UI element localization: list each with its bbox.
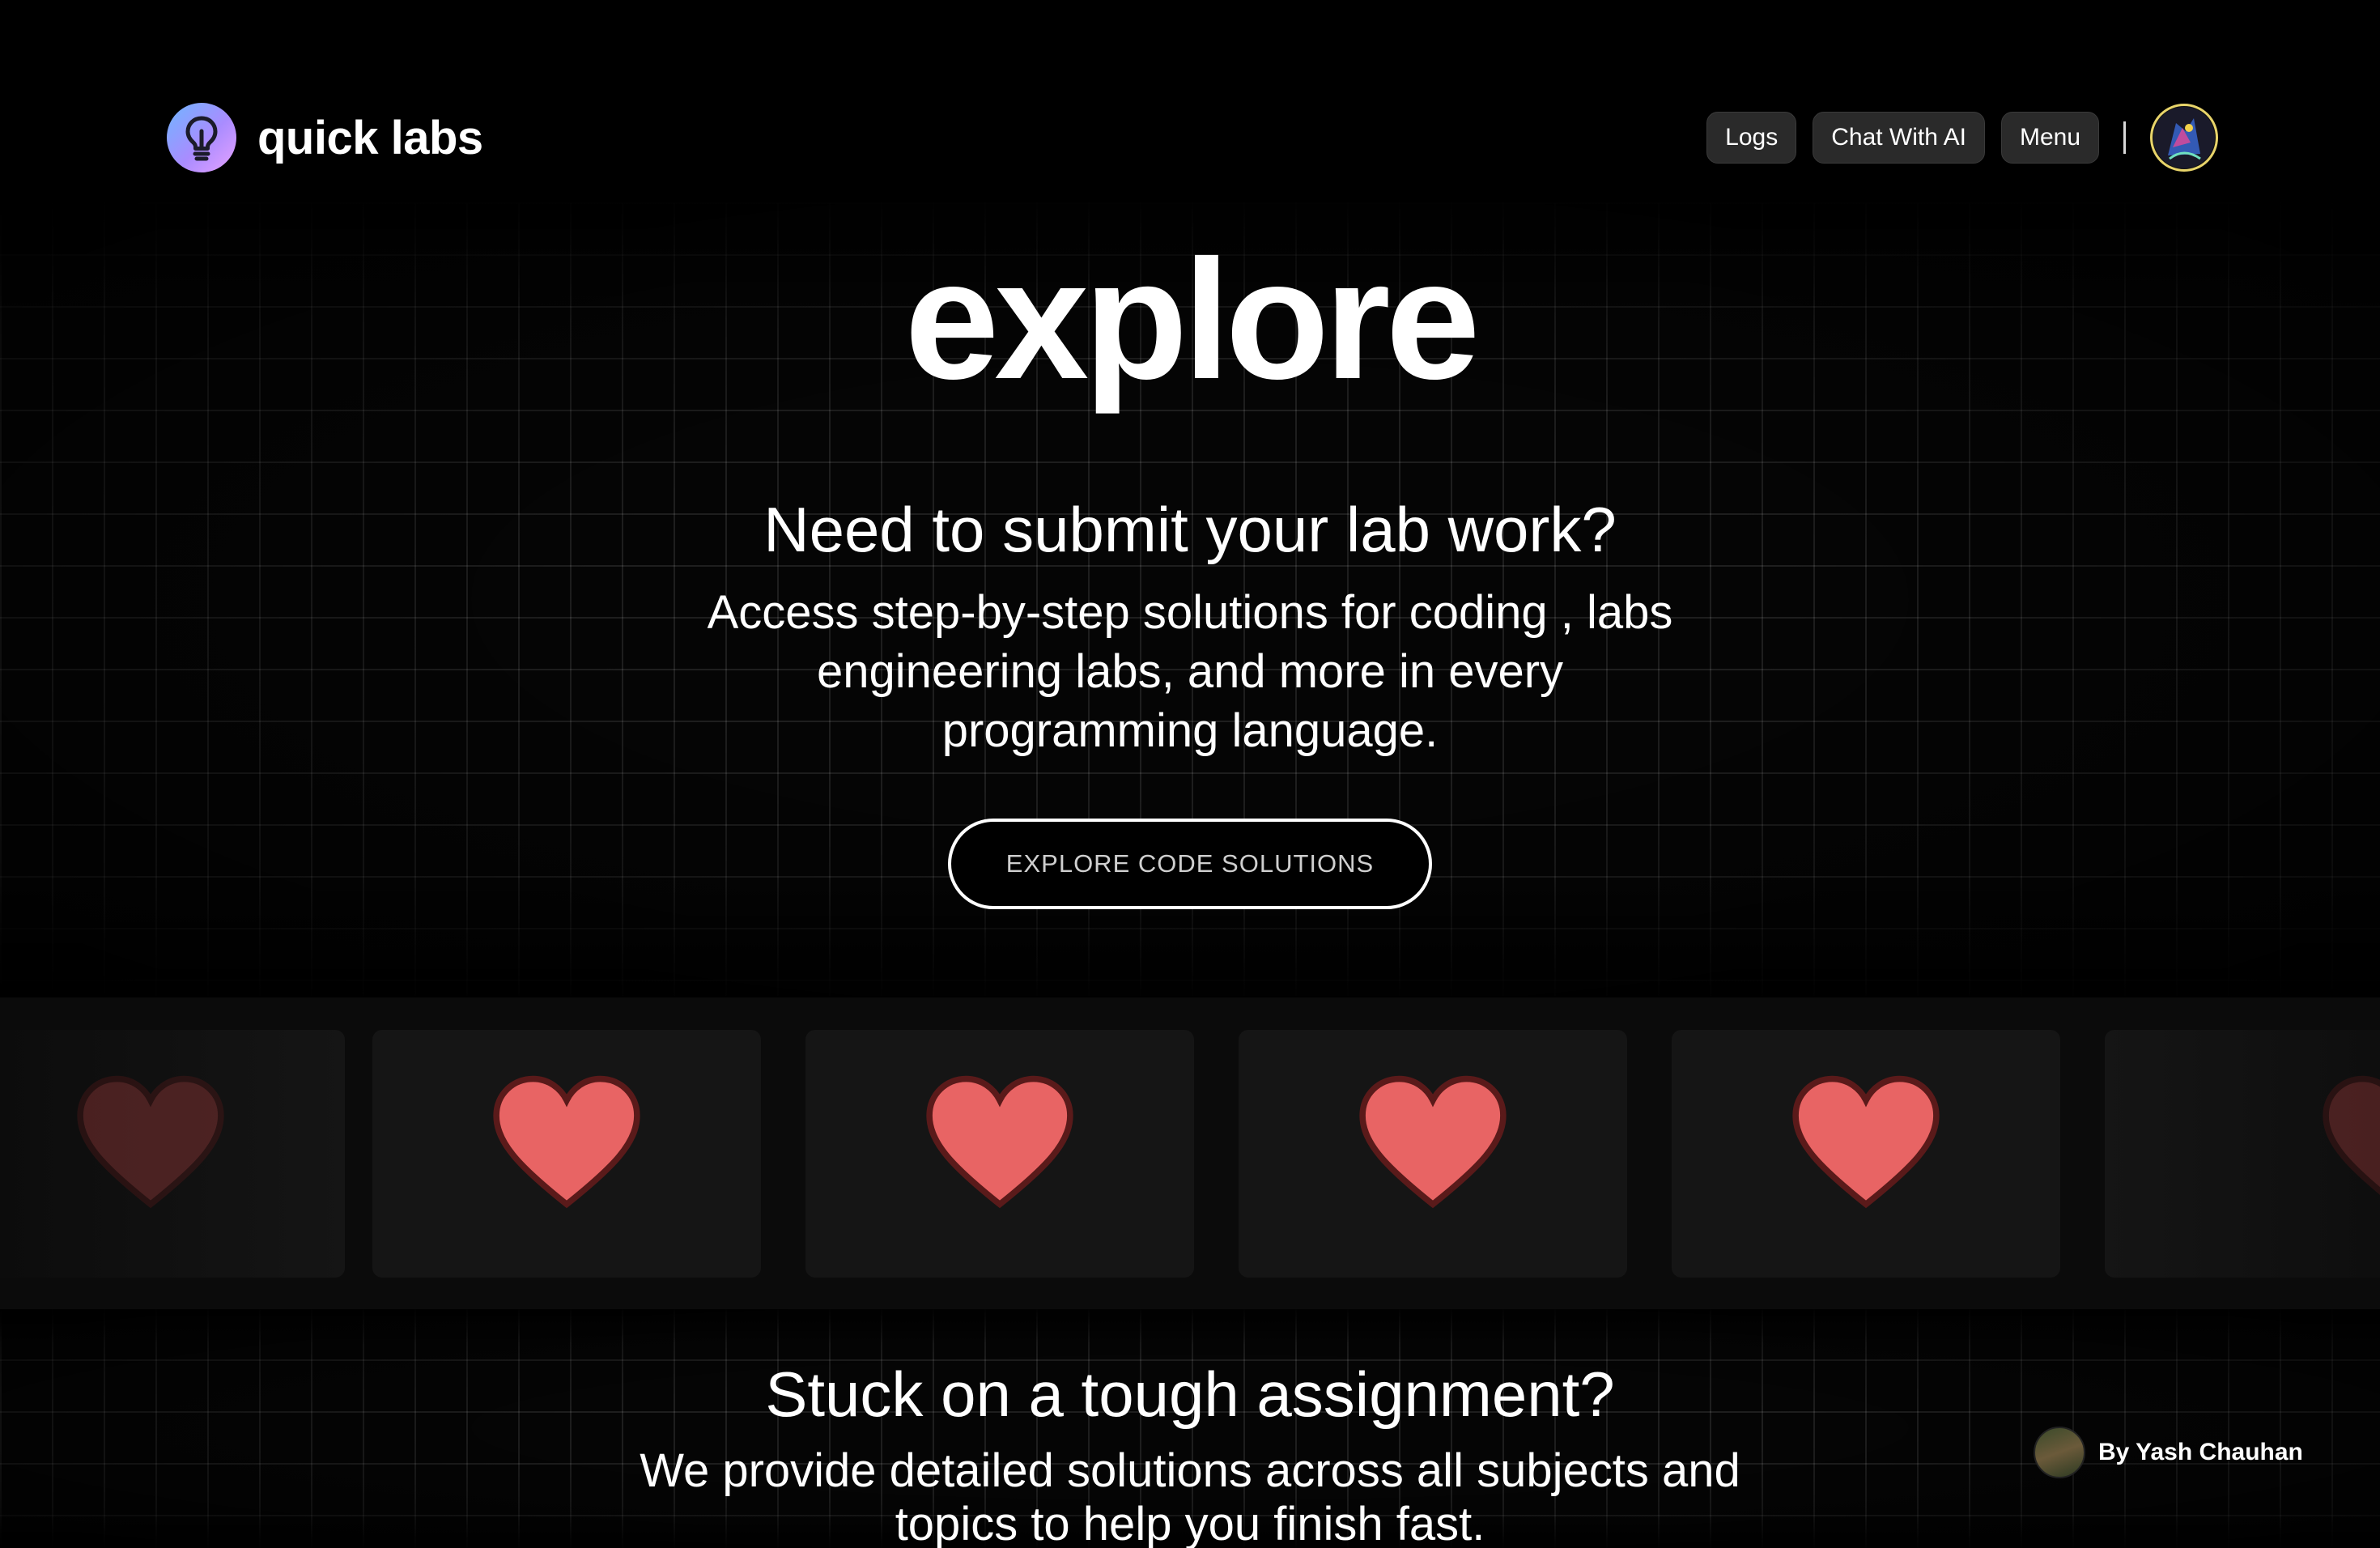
author-avatar	[2034, 1427, 2085, 1478]
page: quick labs Logs Chat With AI Menu explor…	[0, 0, 2380, 1548]
section-heading: Stuck on a tough assignment?	[765, 1359, 1615, 1430]
nav-divider	[2123, 121, 2126, 154]
author-badge[interactable]: By Yash Chauhan	[2034, 1427, 2303, 1478]
top-navbar: quick labs Logs Chat With AI Menu	[167, 97, 2218, 178]
heart-card[interactable]	[0, 1030, 345, 1278]
brand[interactable]: quick labs	[167, 103, 483, 172]
heart-card[interactable]	[1239, 1030, 1627, 1278]
hero-description: Access step-by-step solutions for coding…	[707, 585, 1673, 757]
chat-with-ai-button[interactable]: Chat With AI	[1813, 112, 1985, 164]
lightbulb-icon	[167, 103, 236, 172]
hero-section: explore Need to submit your lab work? Ac…	[0, 235, 2380, 909]
brand-name: quick labs	[257, 111, 483, 164]
assignment-section: Stuck on a tough assignment? We provide …	[0, 1359, 2380, 1548]
menu-button[interactable]: Menu	[2000, 112, 2099, 164]
nav-actions: Logs Chat With AI Menu	[1706, 104, 2218, 172]
author-name: By Yash Chauhan	[2098, 1439, 2303, 1465]
heart-icon	[77, 1075, 224, 1209]
avatar-image-icon	[2153, 107, 2215, 168]
user-avatar[interactable]	[2150, 104, 2218, 172]
heart-card[interactable]	[805, 1030, 1194, 1278]
heart-card[interactable]	[2105, 1030, 2380, 1278]
heart-card[interactable]	[372, 1030, 761, 1278]
heart-icon	[1359, 1075, 1507, 1209]
hero-heading: Need to submit your lab work?	[763, 494, 1617, 565]
logs-button[interactable]: Logs	[1706, 112, 1797, 164]
section-description: We provide detailed solutions across all…	[640, 1444, 1740, 1548]
heart-icon	[2323, 1075, 2380, 1195]
heart-icon	[493, 1075, 640, 1209]
explore-code-solutions-button[interactable]: EXPLORE CODE SOLUTIONS	[948, 818, 1432, 909]
heart-card-carousel	[0, 997, 2380, 1309]
heart-icon	[926, 1075, 1073, 1209]
heart-icon	[1792, 1075, 1940, 1209]
heart-card[interactable]	[1672, 1030, 2060, 1278]
page-title: explore	[904, 224, 1481, 415]
